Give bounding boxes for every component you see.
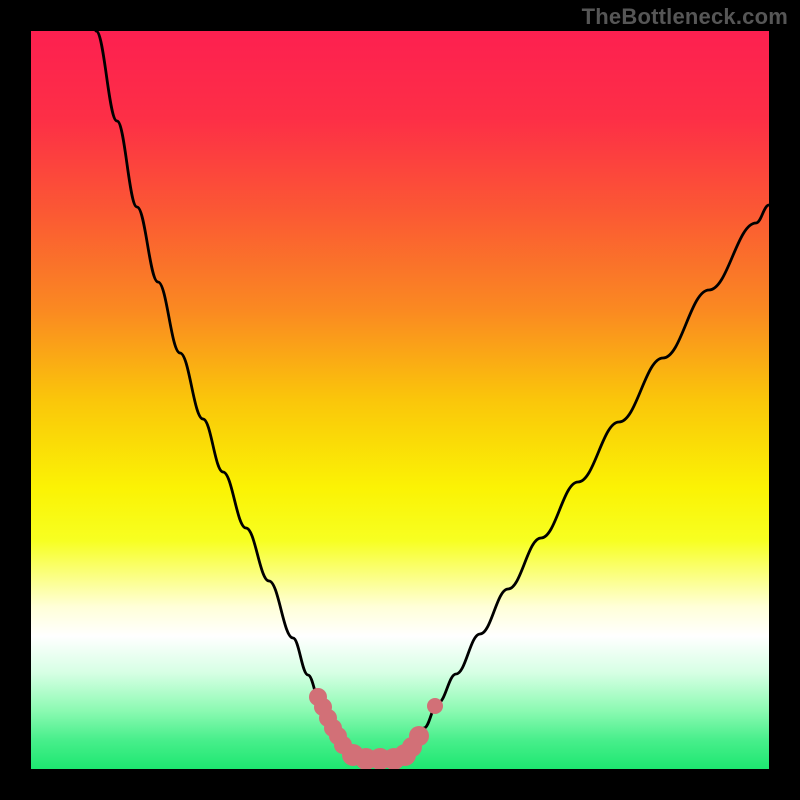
gradient-background [31,31,769,769]
marker-trough-cluster [409,726,429,746]
chart-canvas [31,31,769,769]
watermark-text: TheBottleneck.com [582,4,788,30]
marker-right-isolated [427,698,443,714]
chart-frame: TheBottleneck.com [0,0,800,800]
plot-area [31,31,769,769]
